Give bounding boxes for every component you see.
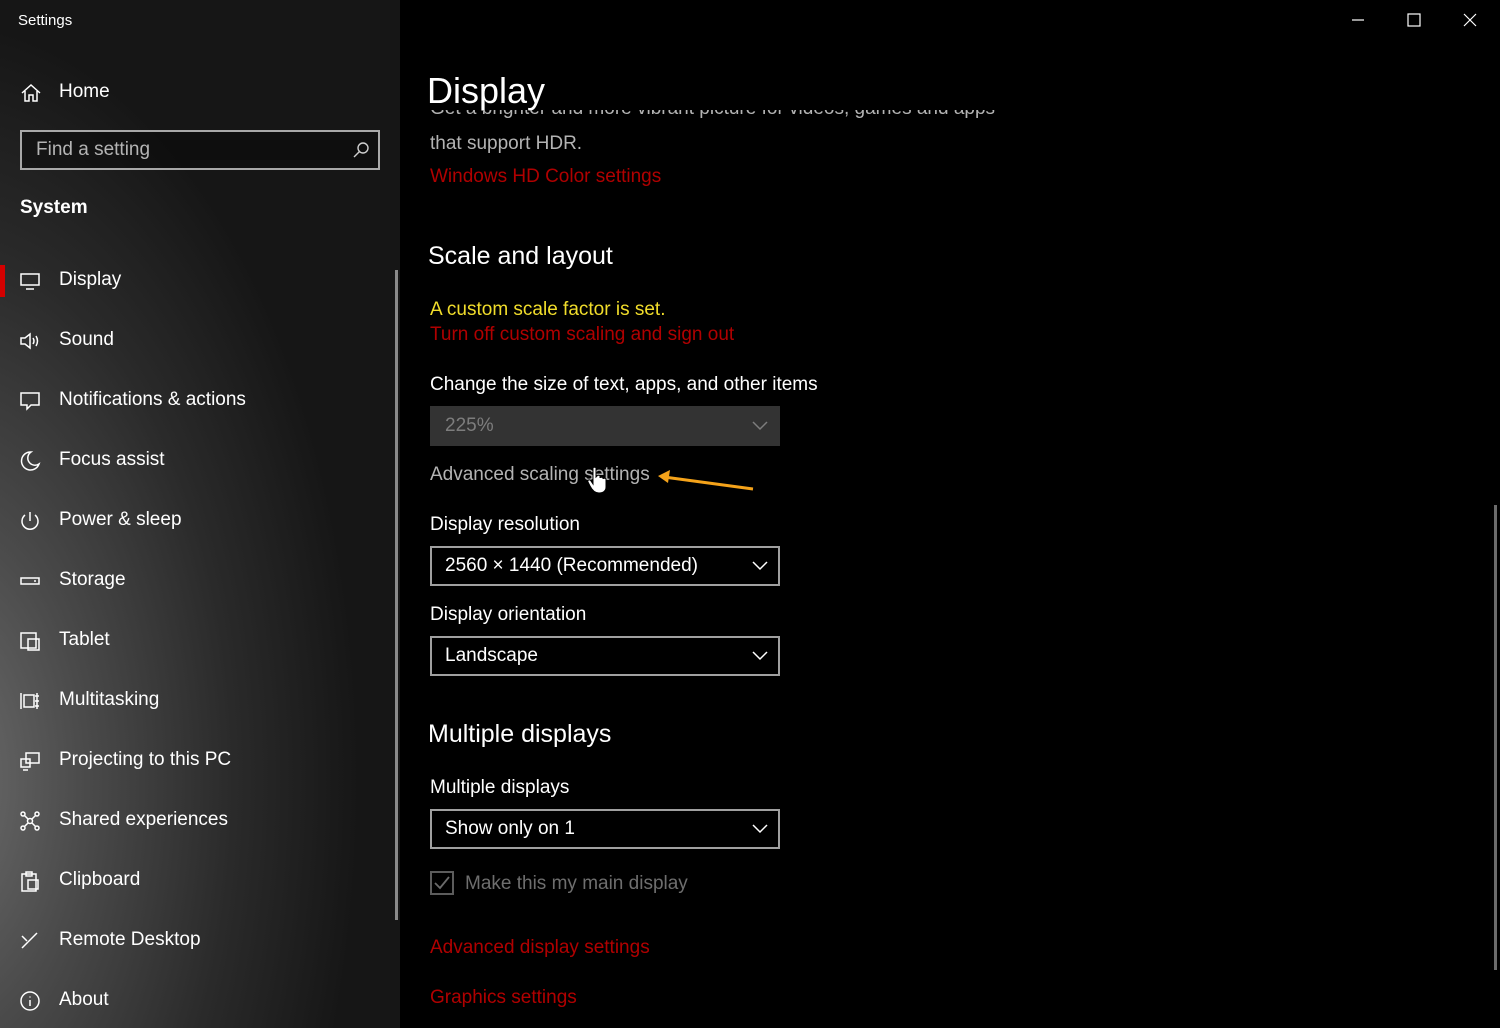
sidebar-item-about[interactable]: About	[0, 976, 400, 1026]
maximize-button[interactable]	[1386, 0, 1442, 40]
minimize-button[interactable]	[1330, 0, 1386, 40]
graphics-settings-link[interactable]: Graphics settings	[430, 987, 577, 1009]
sidebar-item-label: Multitasking	[59, 689, 160, 710]
chevron-down-icon	[752, 421, 768, 431]
display-resolution-label: Display resolution	[430, 514, 580, 535]
hdr-description-line-1: Get a brighter and more vibrant picture …	[430, 110, 995, 120]
close-icon	[1463, 13, 1477, 27]
speaker-icon	[20, 332, 39, 350]
display-orientation-label: Display orientation	[430, 604, 587, 625]
sidebar-item-label: Sound	[59, 329, 114, 350]
orientation-value: Landscape	[445, 645, 538, 666]
multiple-displays-heading: Multiple displays	[428, 720, 612, 748]
annotation-arrow	[658, 470, 754, 491]
sidebar-item-label: Focus assist	[59, 449, 165, 470]
advanced-display-settings-link[interactable]: Advanced display settings	[430, 937, 650, 959]
main-display-checkbox-label: Make this my main display	[465, 873, 688, 894]
advanced-scaling-settings-link[interactable]: Advanced scaling settings	[430, 464, 650, 486]
sidebar-item-projecting[interactable]: Projecting to this PC	[0, 736, 400, 786]
checkmark-icon	[434, 876, 450, 890]
display-resolution-dropdown[interactable]: 2560 × 1440 (Recommended)	[430, 546, 780, 586]
page-title: Display	[427, 70, 546, 111]
home-nav-item[interactable]: Home	[0, 72, 400, 112]
size-label: Change the size of text, apps, and other…	[430, 374, 818, 395]
sidebar-item-label: Shared experiences	[59, 809, 228, 830]
projecting-icon	[20, 752, 40, 771]
app-title: Settings	[18, 12, 73, 29]
multiple-displays-value: Show only on 1	[445, 818, 575, 839]
sidebar-item-label: Notifications & actions	[59, 389, 246, 410]
message-icon	[20, 392, 40, 411]
sidebar: Settings Home System Display Sound Notif…	[0, 0, 400, 1028]
home-icon	[21, 83, 41, 102]
sidebar-item-sound[interactable]: Sound	[0, 316, 400, 366]
hdr-description-line-2: that support HDR.	[430, 133, 583, 154]
sidebar-item-label: About	[59, 989, 109, 1010]
sidebar-item-label: Projecting to this PC	[59, 749, 232, 770]
sidebar-item-shared-experiences[interactable]: Shared experiences	[0, 796, 400, 846]
scale-dropdown-value: 225%	[445, 415, 494, 436]
monitor-icon	[20, 273, 40, 290]
multitasking-icon	[20, 693, 39, 709]
display-orientation-dropdown[interactable]: Landscape	[430, 636, 780, 676]
home-label: Home	[59, 81, 110, 102]
custom-scale-warning: A custom scale factor is set.	[430, 299, 666, 320]
search-input[interactable]	[22, 132, 336, 168]
multiple-displays-label: Multiple displays	[430, 777, 570, 798]
minimize-icon	[1352, 19, 1364, 21]
scale-layout-heading: Scale and layout	[428, 242, 613, 270]
hand-cursor-icon	[587, 466, 607, 494]
active-indicator	[0, 265, 5, 297]
sidebar-scrollbar[interactable]	[395, 270, 398, 920]
power-icon	[21, 512, 39, 530]
hd-color-settings-link[interactable]: Windows HD Color settings	[430, 166, 661, 188]
resolution-value: 2560 × 1440 (Recommended)	[445, 555, 698, 576]
sidebar-item-multitasking[interactable]: Multitasking	[0, 676, 400, 726]
search-box[interactable]	[20, 130, 380, 170]
sidebar-item-display[interactable]: Display	[0, 256, 400, 306]
shared-experiences-icon	[20, 811, 40, 831]
sidebar-item-label: Storage	[59, 569, 126, 590]
section-label-system: System	[20, 197, 88, 218]
chevron-down-icon	[752, 824, 768, 834]
main-display-checkbox[interactable]	[430, 871, 454, 895]
sidebar-item-clipboard[interactable]: Clipboard	[0, 856, 400, 906]
clipboard-icon	[21, 871, 39, 892]
close-button[interactable]	[1442, 0, 1498, 40]
content-scrollbar[interactable]	[1494, 505, 1497, 970]
info-icon	[20, 991, 40, 1011]
sidebar-item-label: Remote Desktop	[59, 929, 201, 950]
sidebar-item-storage[interactable]: Storage	[0, 556, 400, 606]
maximize-icon	[1407, 13, 1421, 27]
turn-off-custom-scaling-link[interactable]: Turn off custom scaling and sign out	[430, 324, 734, 346]
sidebar-item-notifications[interactable]: Notifications & actions	[0, 376, 400, 426]
sidebar-item-label: Power & sleep	[59, 509, 182, 530]
chevron-down-icon	[752, 561, 768, 571]
chevron-down-icon	[752, 651, 768, 661]
sidebar-item-tablet[interactable]: Tablet	[0, 616, 400, 666]
multiple-displays-dropdown[interactable]: Show only on 1	[430, 809, 780, 849]
scale-dropdown[interactable]: 225%	[430, 406, 780, 446]
sidebar-item-label: Display	[59, 269, 122, 290]
tablet-icon	[20, 632, 40, 651]
sidebar-item-focus-assist[interactable]: Focus assist	[0, 436, 400, 486]
moon-icon	[20, 451, 41, 471]
remote-desktop-icon	[21, 932, 38, 949]
storage-drive-icon	[20, 577, 40, 585]
sidebar-item-power-sleep[interactable]: Power & sleep	[0, 496, 400, 546]
sidebar-item-label: Clipboard	[59, 869, 141, 890]
sidebar-item-remote-desktop[interactable]: Remote Desktop	[0, 916, 400, 966]
search-icon[interactable]	[352, 141, 370, 159]
sidebar-item-label: Tablet	[59, 629, 110, 650]
